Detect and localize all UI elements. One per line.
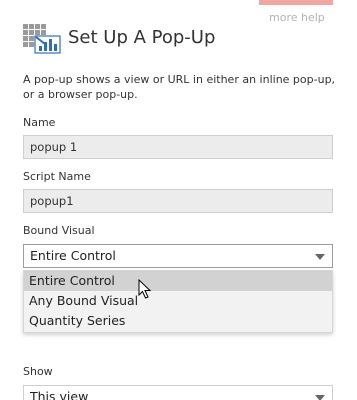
bound-visual-value: Entire Control <box>30 248 116 263</box>
popup-chart-icon <box>23 24 61 54</box>
name-field[interactable]: popup 1 <box>23 135 333 159</box>
option-quantity-series[interactable]: Quantity Series <box>24 311 332 331</box>
chevron-down-icon <box>315 395 325 400</box>
top-accent-bar <box>259 0 333 5</box>
bound-visual-select[interactable]: Entire Control <box>23 244 333 268</box>
option-entire-control[interactable]: Entire Control <box>24 271 332 291</box>
bound-visual-label: Bound Visual <box>23 224 95 237</box>
panel-header <box>23 24 61 54</box>
name-label: Name <box>23 116 56 129</box>
show-value: This view <box>30 389 89 400</box>
page-title: Set Up A Pop-Up <box>68 27 216 48</box>
show-select[interactable]: This view <box>23 385 333 400</box>
show-label: Show <box>23 365 53 378</box>
chevron-down-icon <box>315 254 325 260</box>
script-name-field[interactable]: popup1 <box>23 189 333 213</box>
option-any-bound-visual[interactable]: Any Bound Visual <box>24 291 332 311</box>
more-help-link[interactable]: more help <box>269 11 325 24</box>
bound-visual-options: Entire Control Any Bound Visual Quantity… <box>23 270 333 333</box>
script-name-label: Script Name <box>23 170 91 183</box>
mouse-cursor-icon <box>138 279 152 299</box>
description-text: A pop-up shows a view or URL in either a… <box>23 73 336 101</box>
